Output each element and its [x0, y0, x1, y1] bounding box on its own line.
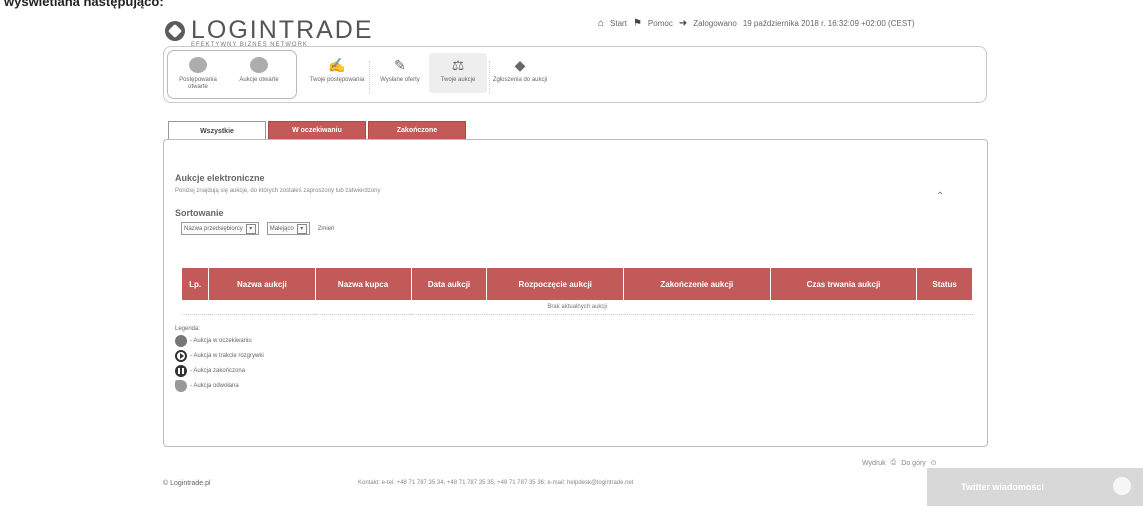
pause-icon [175, 365, 187, 377]
col-header[interactable]: Nazwa aukcji [208, 268, 316, 300]
legend-label: - Aukcja w trakcie rozgrywki [190, 353, 264, 359]
legend: Legenda: - Aukcja w oczekiwaniu - Aukcja… [175, 326, 264, 392]
col-header[interactable]: Data aukcji [411, 268, 488, 300]
question-hand-icon: ✍ [328, 57, 346, 73]
sort-field-value: Nazwa przedsiębiorcy [184, 225, 243, 232]
collapse-icon[interactable]: ⌃ [936, 191, 944, 202]
cancelled-icon [175, 380, 187, 392]
auctions-panel: Aukcje elektroniczne Poniżej znajdują si… [163, 139, 988, 447]
col-header[interactable]: Status [916, 268, 973, 300]
apply-sort-link[interactable]: Zmień [318, 226, 335, 232]
toolbar-label: Zgłoszenia do aukcji [492, 77, 548, 83]
toolbar-your-procedures[interactable]: ✍ Twoje postępowania [308, 53, 366, 84]
chevron-down-icon: ▾ [296, 223, 307, 234]
panel-description: Poniżej znajdują się aukcje, do których … [175, 188, 381, 194]
current-datetime: 19 października 2018 r. 16:32:09 +02:00 … [742, 19, 915, 28]
toolbar-your-auctions[interactable]: ⚖ Twoje aukcje [429, 53, 487, 93]
globe-hammer-icon [250, 57, 268, 73]
toolbar-open-procedures[interactable]: Postępowania otwarte [169, 53, 227, 91]
legend-item: - Aukcja w trakcie rozgrywki [175, 350, 264, 362]
sort-order-value: Malejąco [269, 225, 294, 232]
toolbar-open-auctions[interactable]: Aukcje otwarte [230, 53, 288, 84]
sort-order-select[interactable]: Malejąco ▾ [266, 222, 310, 235]
chat-bubble-icon [1113, 477, 1131, 495]
tab-all[interactable]: Wszystkie [168, 121, 266, 141]
legend-item: - Aukcja w oczekiwaniu [175, 335, 264, 347]
logo-icon [165, 21, 185, 41]
globe-icon [189, 57, 207, 73]
legend-item: - Aukcja zakończona [175, 365, 264, 377]
arrow-right-icon: ➜ [678, 18, 688, 29]
user-label: Zalogowano [693, 19, 737, 28]
col-header[interactable]: Lp. [182, 268, 210, 300]
page-caption: wyświetlana następująco: [4, 0, 164, 9]
col-header[interactable]: Zakończenie aukcji [623, 268, 771, 300]
toolbar-sent-offers[interactable]: ✎ Wysłane oferty [371, 53, 429, 84]
sort-controls: Nazwa przedsiębiorcy ▾ Malejąco ▾ Zmień [181, 222, 334, 235]
empty-message: Brak aktualnych aukcji [182, 300, 973, 315]
toolbar-label: Aukcje otwarte [239, 77, 279, 83]
contact-info: Kontakt: e-tel. +48 71 787 35 34, +48 71… [358, 480, 634, 486]
gavel-icon: ⚖ [451, 57, 465, 73]
logintrade-logo[interactable]: LOGINTRADE EFEKTYWNY BIZNES NETWORK [165, 18, 374, 48]
top-link[interactable]: Do góry [901, 460, 926, 467]
toolbar-label: Wysłane oferty [380, 77, 420, 83]
start-link[interactable]: Start [610, 19, 627, 28]
sort-field-select[interactable]: Nazwa przedsiębiorcy ▾ [181, 222, 259, 235]
col-header[interactable]: Rozpoczęcie aukcji [486, 268, 624, 300]
flag-icon: ⚑ [632, 18, 642, 29]
auctions-table: Lp. Nazwa aukcji Nazwa kupca Data aukcji… [182, 268, 973, 315]
toolbar-auction-applications[interactable]: ◆ Zgłoszenia do aukcji [491, 53, 549, 84]
auction-tabs: Wszystkie W oczekiwaniu Zakończone [168, 121, 466, 141]
copyright: © Logintrade.pl [163, 480, 211, 487]
toolbar-label: Twoje aukcje [440, 77, 476, 83]
page-actions: Wydruk ⎙ Do góry ⊙ [862, 459, 937, 467]
panel-title: Aukcje elektroniczne [175, 173, 265, 183]
printer-icon[interactable]: ⎙ [891, 459, 897, 467]
arrow-up-icon[interactable]: ⊙ [931, 459, 937, 467]
play-icon [175, 350, 187, 362]
top-navigation: ⌂ Start ⚑ Pomoc ➜ Zalogowano 19 paździer… [598, 18, 915, 29]
main-toolbar: Postępowania otwarte Aukcje otwarte ✍ Tw… [163, 46, 987, 103]
legend-label: - Aukcja w oczekiwaniu [190, 338, 252, 344]
toolbar-label: Postępowania otwarte [179, 77, 217, 90]
col-header[interactable]: Nazwa kupca [315, 268, 412, 300]
message-button[interactable]: Twitter wiadomości [927, 468, 1143, 506]
table-header-row: Lp. Nazwa aukcji Nazwa kupca Data aukcji… [182, 268, 973, 300]
logo-name: LOGINTRADE [191, 16, 374, 44]
sort-title: Sortowanie [175, 208, 224, 218]
tag-icon: ◆ [514, 57, 526, 73]
legend-label: - Aukcja odwołana [190, 383, 239, 389]
col-header[interactable]: Czas trwania aukcji [770, 268, 918, 300]
tab-finished[interactable]: Zakończone [368, 121, 466, 140]
help-link[interactable]: Pomoc [648, 19, 673, 28]
table-row: Brak aktualnych aukcji [182, 300, 973, 315]
chevron-down-icon: ▾ [245, 223, 256, 234]
tab-pending[interactable]: W oczekiwaniu [268, 121, 366, 140]
toolbar-label: Twoje postępowania [309, 77, 365, 83]
message-button-label: Twitter wiadomości [961, 482, 1044, 492]
print-link[interactable]: Wydruk [862, 460, 886, 467]
legend-label: - Aukcja zakończona [190, 368, 246, 374]
home-icon: ⌂ [598, 18, 605, 29]
legend-title: Legenda: [175, 326, 201, 332]
legend-item: - Aukcja odwołana [175, 380, 264, 392]
pen-icon: ✎ [394, 57, 406, 73]
pending-icon [175, 335, 187, 347]
